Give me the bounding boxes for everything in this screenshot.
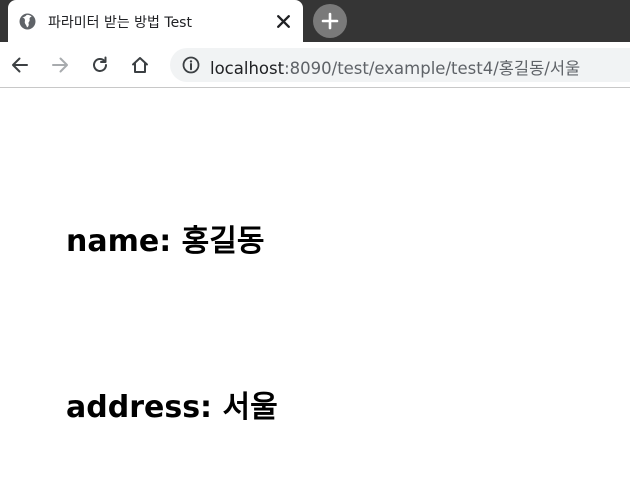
close-icon[interactable]: [275, 13, 292, 30]
tab-title: 파라미터 받는 방법 Test: [48, 15, 192, 31]
active-tab[interactable]: 파라미터 받는 방법 Test: [8, 0, 303, 42]
plus-icon: [321, 12, 339, 30]
globe-icon: [19, 13, 36, 30]
home-icon[interactable]: [130, 55, 150, 75]
arrow-left-icon[interactable]: [10, 55, 30, 75]
reload-icon[interactable]: [90, 55, 110, 75]
tab-strip: 파라미터 받는 방법 Test: [0, 0, 630, 42]
page-content: name: 홍길동 address: 서울: [0, 88, 630, 490]
address-label: address:: [66, 390, 223, 425]
url-text[interactable]: localhost:8090/test/example/test4/홍길동/서울: [210, 55, 580, 79]
address-value: 서울: [222, 390, 278, 425]
new-tab-button[interactable]: [313, 4, 347, 38]
info-icon[interactable]: [182, 56, 200, 74]
name-label: name:: [66, 224, 182, 259]
url-host: localhost: [210, 59, 285, 78]
browser-toolbar: localhost:8090/test/example/test4/홍길동/서울: [0, 42, 630, 88]
name-value: 홍길동: [181, 224, 265, 259]
address-heading: address: 서울: [66, 382, 278, 426]
name-heading: name: 홍길동: [66, 216, 264, 260]
address-bar[interactable]: localhost:8090/test/example/test4/홍길동/서울: [170, 48, 630, 82]
url-path: :8090/test/example/test4/홍길동/서울: [284, 59, 581, 78]
arrow-right-icon[interactable]: [50, 55, 70, 75]
